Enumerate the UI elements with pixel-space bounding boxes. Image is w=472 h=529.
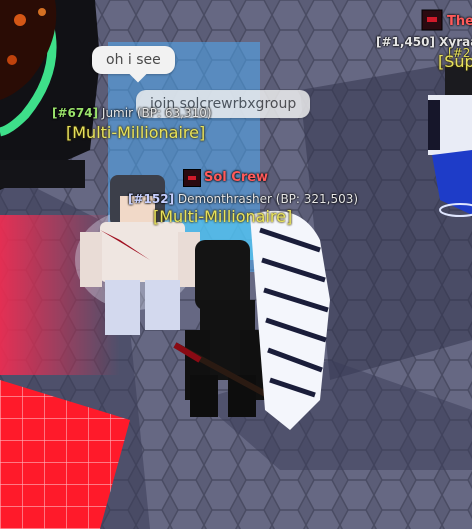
black-bench: [0, 160, 85, 188]
rank-label: [#674]: [52, 106, 99, 120]
player-name: Jumir: [101, 106, 134, 120]
player-name: Demonthrasher: [177, 192, 272, 206]
title-demonthrasher: [Multi-Millionaire]: [153, 207, 293, 226]
rank-label: [#1,450]: [376, 35, 435, 49]
nametag-demonthrasher: [#152] Demonthrasher (BP: 321,503): [128, 192, 358, 206]
clan-icon-sol-crew: [183, 169, 201, 187]
bp-label: (BP: 63,310): [136, 106, 212, 120]
title-xyraa: [Sup: [438, 52, 472, 71]
title-jumir: [Multi-Millionaire]: [66, 123, 206, 142]
nametag-jumir: [#674] Jumir (BP: 63,310): [52, 106, 212, 120]
clan-label-sol-crew: Sol Crew: [204, 170, 269, 185]
game-viewport: [0, 0, 472, 529]
bp-label: (BP: 321,503): [275, 192, 359, 206]
chat-bubble-1: oh i see: [92, 46, 175, 74]
rank-label: [#152]: [128, 192, 175, 206]
clan-label-xyraa: The: [447, 14, 472, 29]
